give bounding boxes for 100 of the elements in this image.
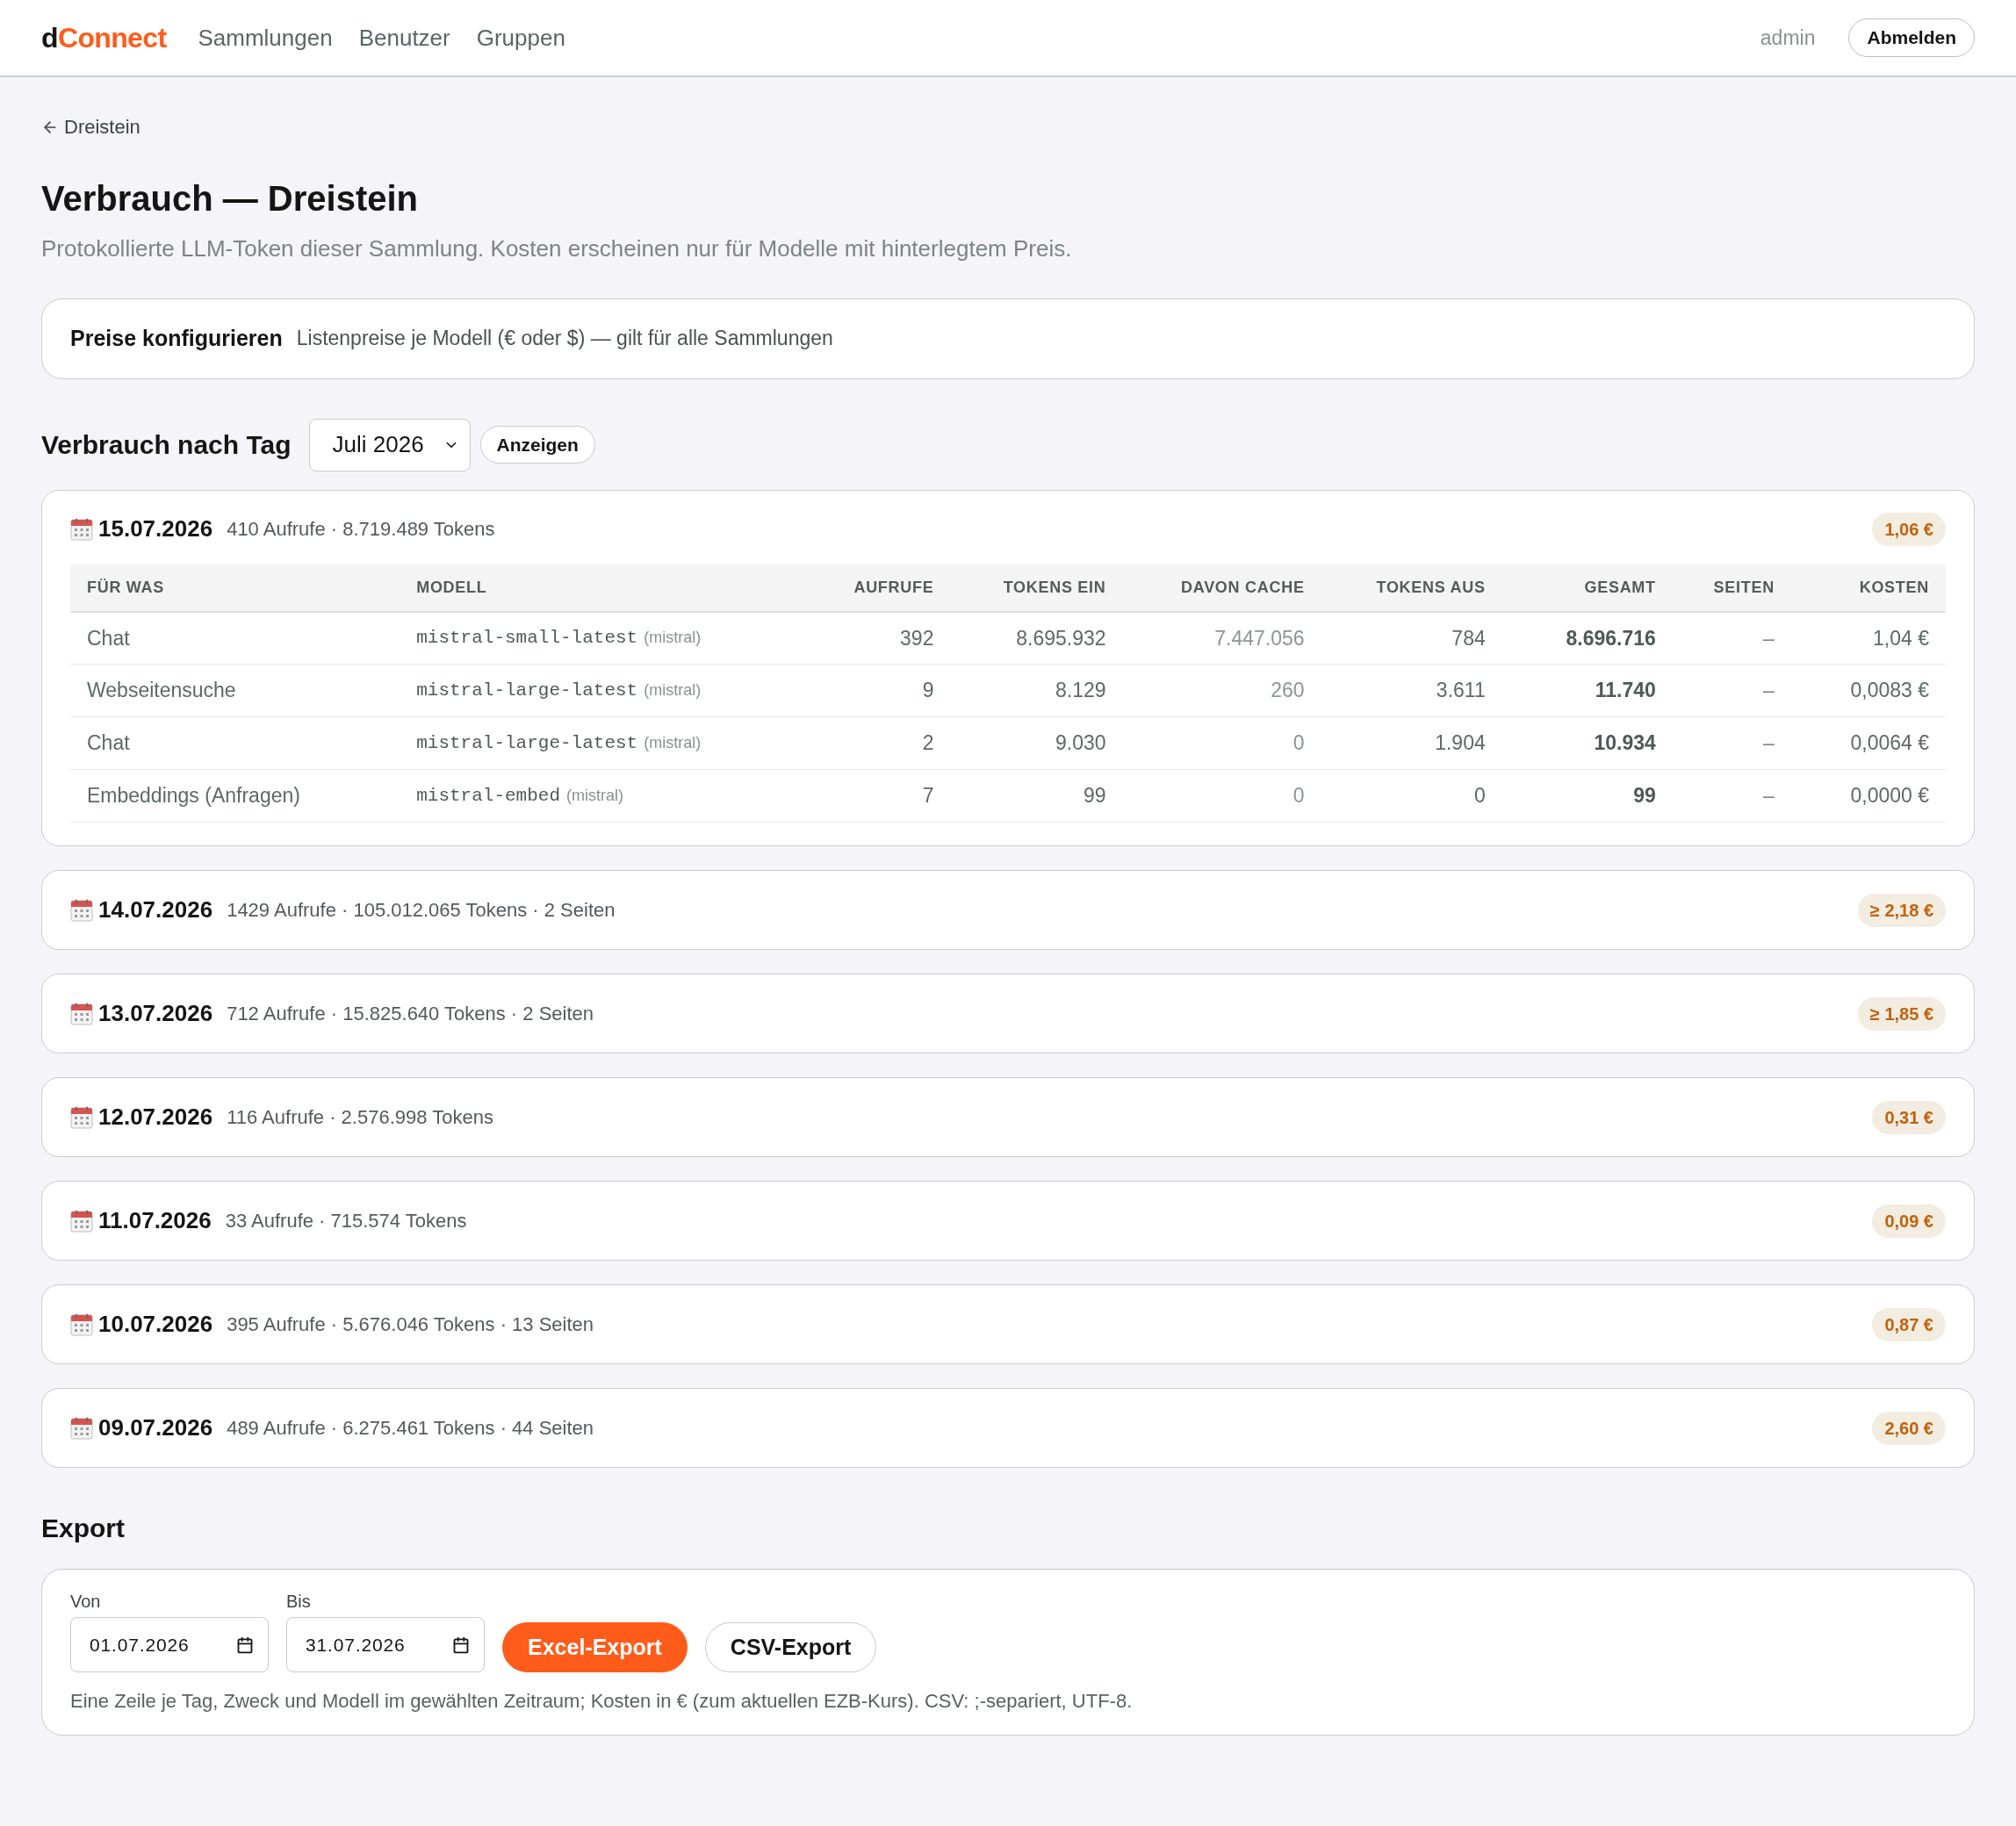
table-cell: 8.695.932 (950, 611, 1123, 665)
day-card[interactable]: 09.07.2026 489 Aufrufe · 6.275.461 Tokens · 44 Seiten 2,60 € (41, 1388, 1975, 1468)
table-cell: 0,0064 € (1790, 716, 1946, 770)
export-button[interactable]: CSV-Export (704, 1622, 877, 1672)
model-name: mistral-large-latest (416, 679, 638, 701)
show-button[interactable]: Anzeigen (479, 426, 595, 464)
table-cell: 0,0083 € (1790, 664, 1946, 717)
field-label: Bis (286, 1591, 312, 1612)
table-cell: 2 (764, 716, 951, 770)
date-field[interactable]: 01.07.2026 (70, 1617, 269, 1672)
provider-label: (mistral) (644, 733, 702, 751)
calendar-icon (70, 1209, 93, 1233)
table-cell: – (1672, 611, 1791, 665)
nav-link[interactable]: Sammlungen (198, 20, 333, 55)
table-cell: 8.129 (950, 664, 1123, 717)
column-header: DAVON CACHE (1122, 564, 1321, 612)
month-select[interactable]: Juli 2026 (308, 418, 471, 471)
nav-link[interactable]: Gruppen (476, 20, 565, 55)
user-name: admin (1760, 25, 1816, 51)
table-cell: 0 (1122, 769, 1321, 823)
date-field[interactable]: 31.07.2026 (286, 1617, 485, 1672)
table-cell: Chat (70, 611, 400, 665)
cost-badge: 1,06 € (1872, 512, 1946, 546)
page-title: Verbrauch — Dreistein (41, 177, 420, 219)
day-date: 11.07.2026 (98, 1206, 212, 1235)
day-summary: 395 Aufrufe · 5.676.046 Tokens · 13 Seiten (227, 1312, 594, 1337)
calendar-icon (70, 1312, 93, 1336)
table-cell: 11.740 (1501, 664, 1673, 717)
table-cell: 7 (764, 769, 951, 823)
column-header: TOKENS AUS (1321, 564, 1502, 612)
table-cell: 1,04 € (1790, 611, 1946, 665)
day-summary: 33 Aufrufe · 715.574 Tokens (225, 1209, 467, 1233)
cost-badge: ≥ 2,18 € (1857, 893, 1946, 927)
calendar-icon (70, 1105, 93, 1129)
logout-button[interactable]: Abmelden (1848, 18, 1975, 57)
model-name: mistral-embed (416, 785, 560, 806)
day-card[interactable] (41, 489, 1975, 846)
table-cell: 392 (764, 611, 951, 665)
model-name: mistral-small-latest (416, 628, 638, 648)
calendar-icon (70, 517, 93, 541)
table-cell: Embeddings (Anfragen) (70, 769, 400, 823)
table-cell: 0,0000 € (1790, 769, 1946, 823)
column-header: FÜR WAS (70, 564, 400, 612)
table-cell: 9 (764, 664, 951, 717)
day-card[interactable]: 11.07.2026 33 Aufrufe · 715.574 Tokens 0,09 € (41, 1181, 1975, 1261)
table-cell: 9.030 (950, 716, 1123, 770)
field-label: Von (70, 1591, 102, 1612)
cost-badge: 2,60 € (1872, 1411, 1946, 1445)
calendar-icon (236, 1635, 254, 1654)
export-note: Eine Zeile je Tag, Zweck und Modell im gewählten Zeitraum; Kosten in € (zum aktuellen EZB-Kurs). CSV: ;-separiert, UTF-8. (70, 1689, 1134, 1714)
day-summary: 410 Aufrufe · 8.719.489 Tokens (227, 517, 495, 542)
provider-label: (mistral) (566, 786, 623, 804)
back-link[interactable]: Dreistein (41, 112, 140, 141)
provider-label: (mistral) (644, 629, 702, 646)
column-header: TOKENS EIN (950, 564, 1123, 612)
table-cell: – (1672, 769, 1791, 823)
column-header: KOSTEN (1790, 564, 1946, 612)
nav-link[interactable]: Benutzer (358, 20, 450, 55)
table-cell: Chat (70, 716, 400, 770)
table-cell: 0 (1122, 716, 1321, 770)
table-cell: 7.447.056 (1122, 611, 1321, 665)
day-summary: 116 Aufrufe · 2.576.998 Tokens (227, 1105, 493, 1130)
section-title: Verbrauch nach Tag (41, 429, 292, 461)
table-cell: Webseitensuche (70, 664, 400, 717)
day-date: 15.07.2026 (98, 514, 213, 543)
calendar-icon (70, 1416, 93, 1440)
day-card[interactable]: 13.07.2026 712 Aufrufe · 15.825.640 Tokens · 2 Seiten ≥ 1,85 € (41, 974, 1975, 1053)
table-cell: 99 (1501, 769, 1673, 823)
page-subtitle: Protokollierte LLM-Token dieser Sammlung. Kosten erscheinen nur für Modelle mit hinterlegtem Preis. (41, 234, 1073, 262)
table-cell: 784 (1321, 611, 1502, 665)
table-cell: 10.934 (1501, 716, 1673, 770)
cost-badge: 0,09 € (1872, 1204, 1946, 1238)
column-header: AUFRUFE (764, 564, 951, 612)
day-summary: 712 Aufrufe · 15.825.640 Tokens · 2 Seiten (227, 1002, 594, 1026)
prices-title: Preise konfigurieren (70, 324, 283, 352)
prices-panel[interactable]: Preise konfigurieren Listenpreise je Modell (€ oder $) — gilt für alle Sammlungen (41, 298, 1975, 379)
column-header: MODELL (400, 564, 765, 612)
calendar-icon (70, 1002, 93, 1025)
day-card[interactable]: 12.07.2026 116 Aufrufe · 2.576.998 Tokens 0,31 € (41, 1077, 1975, 1157)
cost-badge: 0,31 € (1872, 1100, 1946, 1134)
day-card[interactable]: 10.07.2026 395 Aufrufe · 5.676.046 Tokens · 13 Seiten 0,87 € (41, 1284, 1975, 1364)
column-header: SEITEN (1672, 564, 1791, 612)
day-date: 13.07.2026 (98, 999, 213, 1028)
day-card[interactable]: 14.07.2026 1429 Aufrufe · 105.012.065 Tokens · 2 Seiten ≥ 2,18 € (41, 870, 1975, 950)
day-summary: 1429 Aufrufe · 105.012.065 Tokens · 2 Seiten (227, 898, 616, 923)
prices-description: Listenpreise je Modell (€ oder $) — gilt für alle Sammlungen (296, 326, 833, 352)
day-summary: 489 Aufrufe · 6.275.461 Tokens · 44 Seiten (227, 1416, 594, 1441)
provider-label: (mistral) (644, 680, 702, 699)
day-date: 12.07.2026 (98, 1103, 213, 1132)
table-cell: – (1672, 664, 1791, 717)
column-header: GESAMT (1501, 564, 1673, 612)
day-date: 10.07.2026 (98, 1310, 213, 1339)
logo[interactable]: dConnect (41, 17, 167, 59)
table-cell: 0 (1321, 769, 1502, 823)
table-cell: 3.611 (1321, 664, 1502, 717)
table-cell: 99 (950, 769, 1123, 823)
table-cell: 8.696.716 (1501, 611, 1673, 665)
model-name: mistral-large-latest (416, 732, 638, 753)
day-date: 14.07.2026 (98, 895, 213, 924)
section-title: Export (41, 1513, 126, 1544)
